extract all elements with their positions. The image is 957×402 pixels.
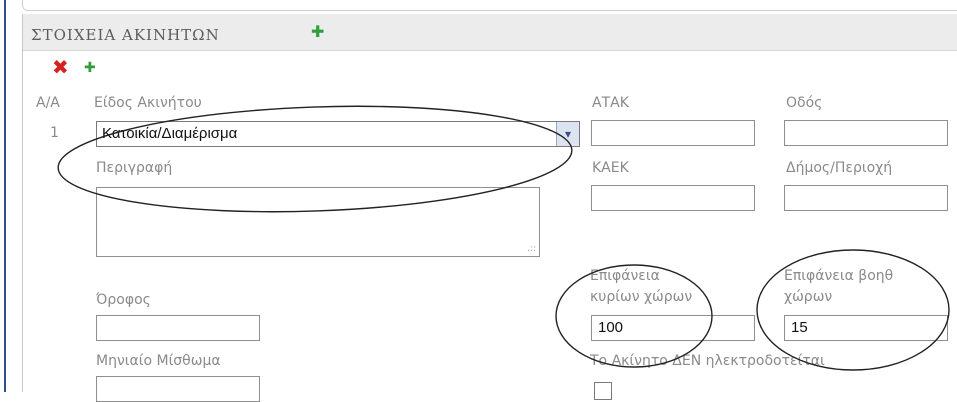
annotation-ellipse-property-type: [57, 105, 573, 213]
annotation-ellipse-main-area: [555, 264, 713, 368]
annotation-ellipse-aux-area: [756, 249, 950, 371]
annotation-overlay: [57, 105, 950, 371]
